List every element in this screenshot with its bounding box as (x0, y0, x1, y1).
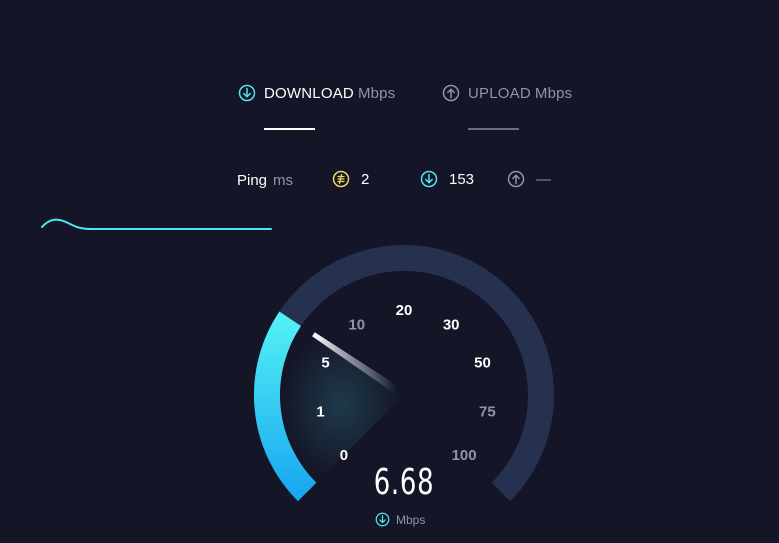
speed-unit-label: Mbps (396, 512, 426, 527)
upload-latency-value: — (536, 170, 551, 188)
idle-latency-icon (332, 170, 350, 188)
download-underline (264, 128, 315, 130)
idle-latency-value: 2 (361, 170, 370, 188)
gauge-tick-label: 1 (316, 404, 324, 421)
speed-value: 6.68 (373, 462, 435, 503)
upload-unit: Mbps (534, 84, 573, 102)
upload-latency: — (507, 170, 551, 188)
download-unit: Mbps (357, 84, 396, 102)
upload-label: UPLOAD (468, 84, 531, 102)
download-latency: 153 (420, 170, 474, 188)
upload-underline (468, 128, 519, 130)
gauge-tick-label: 75 (479, 404, 496, 421)
upload-latency-icon (507, 170, 525, 188)
download-header: DOWNLOAD Mbps (238, 84, 395, 102)
download-latency-icon (420, 170, 438, 188)
speed-unit-row: Mbps (375, 512, 425, 527)
upload-header: UPLOAD Mbps (442, 84, 572, 102)
idle-latency: 2 (332, 170, 369, 188)
speedtest-panel: DOWNLOAD Mbps UPLOAD Mbps Ping ms 2 153 … (0, 0, 779, 543)
download-latency-value: 153 (449, 170, 475, 188)
download-arrow-icon (238, 84, 256, 102)
upload-arrow-icon (442, 84, 460, 102)
download-label: DOWNLOAD (264, 84, 354, 102)
gauge-tick-label: 10 (348, 316, 365, 333)
ping-label: Ping (237, 171, 268, 189)
ping-unit: ms (273, 171, 294, 189)
ping-row: Ping ms 2 153 — (237, 170, 551, 190)
gauge-tick-label: 20 (396, 302, 413, 319)
gauge-tick-label: 30 (443, 316, 460, 333)
gauge-tick-label: 50 (474, 355, 491, 372)
download-arrow-icon (375, 512, 390, 527)
gauge-tick-label: 5 (321, 355, 329, 372)
